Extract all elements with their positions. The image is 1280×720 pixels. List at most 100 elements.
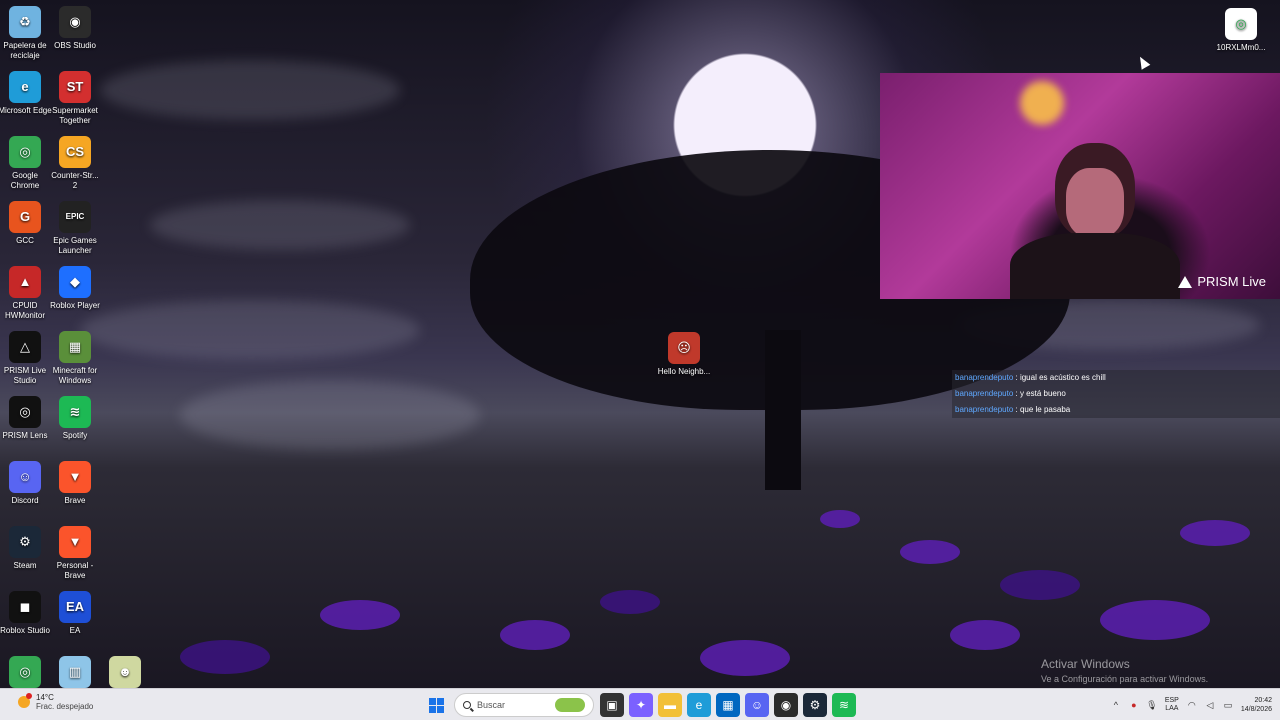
steam-icon: ⚙	[9, 526, 41, 558]
start-button[interactable]	[424, 693, 448, 717]
desktop-icon[interactable]: ◼ Roblox Studio	[0, 591, 52, 636]
chrome-icon: ◎	[9, 136, 41, 168]
search-placeholder: Buscar	[477, 700, 506, 710]
chat-username: banaprendeputo	[955, 389, 1014, 398]
windows-logo-icon	[436, 705, 444, 713]
game-icon: ▥	[59, 656, 91, 688]
store-icon[interactable]: ▦	[716, 693, 740, 717]
gcc-icon: G	[9, 201, 41, 233]
discord-icon: ☺	[9, 461, 41, 493]
desktop-icon-label: Microsoft Edge	[0, 106, 52, 115]
steam-icon[interactable]: ⚙	[803, 693, 827, 717]
desktop-icon-label: 10RXLMm0...	[1216, 43, 1266, 52]
desktop-icon-hello-neighbor[interactable]: ☹ Hello Neighb...	[657, 332, 711, 377]
desktop-icon[interactable]: e Microsoft Edge	[0, 71, 52, 116]
search-highlight-icon	[555, 698, 585, 712]
taskbar-search[interactable]: Buscar	[454, 693, 594, 717]
epic-games-icon: EPIC	[59, 201, 91, 233]
counter-strike-icon: CS	[59, 136, 91, 168]
weather-temperature: 14°C	[36, 693, 54, 702]
desktop-icon-label: CPUID HWMonitor	[4, 301, 45, 320]
desktop-icon-label: Roblox Studio	[0, 626, 50, 635]
desktop-icon[interactable]: ▥	[48, 656, 102, 691]
prism-live-brand: PRISM Live	[1178, 274, 1266, 289]
desktop-icon[interactable]: ▲ CPUID HWMonitor	[0, 266, 52, 321]
desktop-icon[interactable]: ▼ Brave	[48, 461, 102, 506]
streamer-body	[1010, 233, 1180, 299]
activate-windows-watermark: Activar Windows Ve a Configuración para …	[1041, 657, 1208, 684]
desktop-icon[interactable]: △ PRISM Live Studio	[0, 331, 52, 386]
desktop-icon[interactable]: ◎	[0, 656, 52, 691]
wifi-icon[interactable]: ◠	[1187, 700, 1197, 710]
desktop-icon-label: Google Chrome	[10, 171, 40, 190]
copilot-icon[interactable]: ✦	[629, 693, 653, 717]
clock-date: 14/8/2026	[1240, 706, 1272, 713]
desktop-icon-label: Papelera de reciclaje	[3, 41, 47, 60]
desktop-icon[interactable]: ≋ Spotify	[48, 396, 102, 441]
weather-widget[interactable]: 14°C Frac. despejado	[18, 693, 93, 711]
chat-message: banaprendeputo : que le pasaba	[952, 402, 1280, 418]
desktop-icon-chrome-shortcut[interactable]: ◎ 10RXLMm0...	[1214, 8, 1268, 53]
task-view-icon[interactable]: ▣	[600, 693, 624, 717]
watermark-title: Activar Windows	[1041, 657, 1130, 671]
hello-neighbor-icon: ☹	[668, 332, 700, 364]
desktop-icon[interactable]: ☺ Discord	[0, 461, 52, 506]
desktop-icon-label: PRISM Live Studio	[3, 366, 47, 385]
spotify-icon[interactable]: ≋	[832, 693, 856, 717]
desktop-icon[interactable]: ◎ PRISM Lens	[0, 396, 52, 441]
weather-sun-icon	[18, 693, 32, 708]
desktop-icon[interactable]: ◆ Roblox Player	[48, 266, 102, 311]
obs-icon[interactable]: ◉	[774, 693, 798, 717]
desktop-icon-label: Counter-Str... 2	[51, 171, 99, 190]
chevron-up-icon[interactable]: ^	[1111, 700, 1121, 710]
personal-brave-icon: ▼	[59, 526, 91, 558]
roblox-player-icon: ◆	[59, 266, 91, 298]
volume-icon[interactable]: ◁	[1205, 700, 1215, 710]
microphone-icon[interactable]: 🎙	[1146, 700, 1157, 710]
antivirus-icon[interactable]: ●	[1129, 700, 1139, 710]
discord-icon[interactable]: ☺	[745, 693, 769, 717]
desktop-icon[interactable]: ◎ Google Chrome	[0, 136, 52, 191]
desktop-icon-label: Supermarket Together	[52, 106, 98, 125]
chat-text: : igual es acústico es chill	[1013, 373, 1106, 382]
battery-icon[interactable]: ▭	[1223, 700, 1233, 710]
streamer-face	[1066, 168, 1124, 238]
desktop-icon-label: Roblox Player	[50, 301, 100, 310]
clock-time: 20:42	[1254, 697, 1272, 704]
pinned-apps: ▣ ✦ ▬ e ▦ ☺ ◉ ⚙ ≋	[600, 693, 856, 717]
desktop-icon[interactable]: ▼ Personal - Brave	[48, 526, 102, 581]
windows-logo-icon	[428, 697, 436, 705]
desktop-icon[interactable]: ☻	[98, 656, 152, 691]
desktop-icon[interactable]: EPIC Epic Games Launcher	[48, 201, 102, 256]
desktop-icon[interactable]: ◉ OBS Studio	[48, 6, 102, 51]
desktop-icon-label: PRISM Lens	[2, 431, 48, 440]
prism-lens-icon: ◎	[9, 396, 41, 428]
language-indicator[interactable]: ESP LAA	[1165, 697, 1179, 713]
desktop-icon[interactable]: ▦ Minecraft for Windows	[48, 331, 102, 386]
desktop-icon-label: EA	[69, 626, 81, 635]
file-explorer-icon[interactable]: ▬	[658, 693, 682, 717]
baldi-icon: ☻	[109, 656, 141, 688]
desktop-icon-label: Hello Neighb...	[657, 367, 711, 376]
prism-brand-label: PRISM Live	[1197, 274, 1266, 289]
windows-logo-icon	[436, 697, 444, 705]
desktop-icon-label: Steam	[13, 561, 37, 570]
chat-message: banaprendeputo : igual es acústico es ch…	[952, 370, 1280, 386]
chat-username: banaprendeputo	[955, 373, 1014, 382]
desktop-icon[interactable]: EA EA	[48, 591, 102, 636]
hwmonitor-icon: ▲	[9, 266, 41, 298]
prism-live-icon: △	[9, 331, 41, 363]
desktop-icon[interactable]: CS Counter-Str... 2	[48, 136, 102, 191]
desktop-icon-label: Epic Games Launcher	[53, 236, 97, 255]
brave-icon: ▼	[59, 461, 91, 493]
desktop-icon[interactable]: ♻ Papelera de reciclaje	[0, 6, 52, 61]
taskbar: 14°C Frac. despejado Buscar ▣ ✦ ▬ e ▦ ☺ ◉ ⚙ ≋ ^ …	[0, 688, 1280, 720]
keyboard-layout: LAA	[1165, 705, 1179, 712]
edge-icon[interactable]: e	[687, 693, 711, 717]
desktop-icon[interactable]: ⚙ Steam	[0, 526, 52, 571]
clock[interactable]: 20:42 14/8/2026	[1241, 696, 1272, 714]
desktop-icon[interactable]: ST Supermarket Together	[48, 71, 102, 126]
chrome-icon: ◎	[9, 656, 41, 688]
desktop-icon-label: Minecraft for Windows	[52, 366, 98, 385]
desktop-icon[interactable]: G GCC	[0, 201, 52, 246]
